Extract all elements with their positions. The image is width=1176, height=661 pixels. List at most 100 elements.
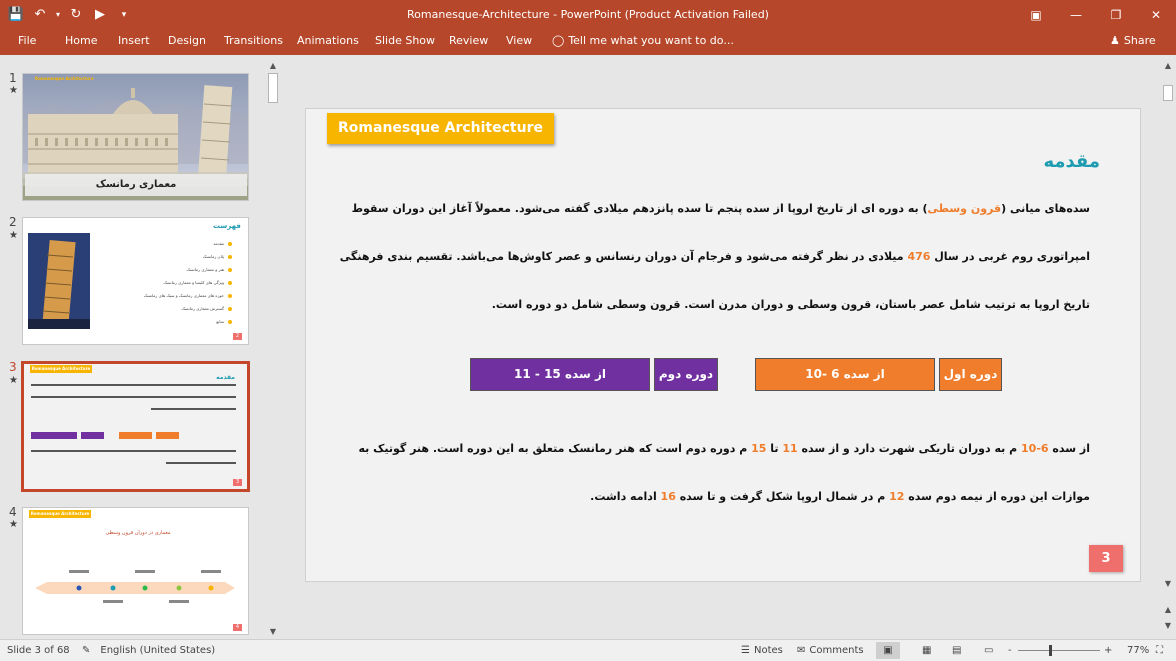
comments-icon: ✉ [797, 645, 806, 656]
slide-thumbnail-3[interactable]: Romanesque Architecture مقدمه 3 [21, 361, 250, 492]
minimize-icon[interactable]: — [1056, 0, 1096, 30]
text-run: م به دوران تاریکی شهرت دارد و از سده [797, 442, 1022, 455]
tab-design[interactable]: Design [168, 34, 206, 47]
thumbnail-item: هنر و معماری رمانسک [186, 267, 225, 272]
highlight-text: 16 [660, 490, 676, 503]
thumbnail-item: گسترش معماری رمانسک [181, 306, 224, 311]
tab-animations[interactable]: Animations [297, 34, 359, 47]
text-run: ادامه داشت. [590, 490, 661, 503]
tab-view[interactable]: View [506, 34, 532, 47]
thumbnail-scrollbar[interactable]: ▲ ▼ [266, 57, 280, 639]
periods-paragraph[interactable]: از سده 6-10 م به دوران تاریکی شهرت دارد … [334, 425, 1090, 521]
highlight-text: 12 [889, 490, 905, 503]
slide-counter[interactable]: Slide 3 of 68 [7, 645, 70, 656]
tab-review[interactable]: Review [449, 34, 488, 47]
thumbnail-badge: Romanesque Architecture [29, 510, 91, 518]
scroll-down-icon[interactable]: ▼ [1161, 577, 1175, 591]
ribbon-display-icon[interactable]: ▣ [1016, 0, 1056, 30]
bullet-dots [228, 242, 232, 324]
scroll-down-icon[interactable]: ▼ [266, 625, 280, 639]
zoom-out-button[interactable]: - [1008, 645, 1012, 656]
scroll-up-icon[interactable]: ▲ [266, 59, 280, 73]
zoom-slider-track[interactable] [1018, 650, 1100, 651]
comments-button[interactable]: ✉ Comments [797, 645, 864, 656]
notes-label: Notes [753, 645, 783, 656]
share-button[interactable]: ♟ Share [1110, 34, 1156, 47]
normal-view-icon[interactable]: ▣ [876, 642, 900, 659]
thumbnail-item: پلان رمانسک [202, 254, 224, 259]
thumbnail-title: معماری در دوران قرون وسطی [105, 530, 171, 536]
share-label: Share [1123, 34, 1156, 47]
slide-thumbnail-4[interactable]: Romanesque Architecture معماری در دوران … [22, 507, 249, 635]
text-run: م در شمال اروپا شکل گرفت و تا سده [675, 490, 890, 503]
fit-slide-icon[interactable]: ⛶ [1156, 645, 1163, 656]
slide-show-icon[interactable]: ▭ [984, 645, 993, 656]
scroll-up-icon[interactable]: ▲ [1161, 59, 1175, 73]
ribbon-tabs: File Home Insert Design Transitions Anim… [0, 30, 1176, 55]
person-icon: ♟ [1110, 34, 1120, 47]
restore-icon[interactable]: ❐ [1096, 0, 1136, 30]
thumbnail-page: 2 [233, 333, 242, 340]
slide-sorter-icon[interactable]: ▦ [922, 645, 931, 656]
animation-star-icon: ★ [9, 375, 18, 386]
tab-file[interactable]: File [18, 34, 36, 47]
thumbnail-page: 3 [233, 479, 242, 486]
thumbnail-item: ویژگی های کلیسا و معماری رمانسک [163, 280, 224, 285]
editor-scrollbar[interactable]: ▲ ▼ ▲ ▼ [1161, 57, 1175, 639]
intro-paragraph[interactable]: سده‌های میانی (قرون وسطی) به دوره ای از … [334, 185, 1090, 329]
window-controls: ▣ — ❐ ✕ [1016, 0, 1176, 30]
thumbnail-heading: مقدمه [216, 374, 235, 381]
period-two-range[interactable]: از سده 15 - 11 [470, 358, 650, 391]
tab-insert[interactable]: Insert [118, 34, 150, 47]
next-slide-icon[interactable]: ▼ [1161, 619, 1175, 633]
previous-slide-icon[interactable]: ▲ [1161, 603, 1175, 617]
thumbnail-number: 1 [9, 71, 17, 85]
slide-canvas[interactable]: Romanesque Architecture مقدمه سده‌های می… [305, 108, 1141, 582]
tab-transitions[interactable]: Transitions [224, 34, 283, 47]
thumbnail-title: فهرست [213, 222, 241, 230]
thumbnail-page: 4 [233, 624, 242, 631]
animation-star-icon: ★ [9, 519, 18, 530]
period-one-range[interactable]: از سده 6 -10 [755, 358, 935, 391]
slide-heading[interactable]: مقدمه [1043, 151, 1100, 172]
tab-home[interactable]: Home [65, 34, 97, 47]
thumbnail-number: 4 [9, 505, 17, 519]
language-label: English (United States) [100, 645, 216, 656]
window-title: Romanesque-Architecture - PowerPoint (Pr… [407, 8, 769, 21]
text-run: از سده [1048, 442, 1090, 455]
zoom-level[interactable]: 77% [1127, 645, 1149, 656]
tower-photo [28, 233, 90, 329]
notes-button[interactable]: ☰ Notes [741, 645, 783, 656]
slide-thumbnail-2[interactable]: فهرست مقدمه پلان رمانسک هنر و معماری رما… [22, 217, 249, 345]
animation-star-icon: ★ [9, 85, 18, 96]
highlight-text: 11 [782, 442, 798, 455]
zoom-slider-handle[interactable] [1049, 645, 1052, 656]
highlight-text: قرون وسطی [927, 202, 1002, 215]
slide-page-number: 3 [1089, 545, 1123, 572]
period-two-label[interactable]: دوره دوم [654, 358, 718, 391]
slide-thumbnail-1[interactable]: Romanesque Architecture معماری رمانسک [22, 73, 249, 201]
tell-me-label: Tell me what you want to do... [568, 34, 734, 47]
close-icon[interactable]: ✕ [1136, 0, 1176, 30]
slide-title-badge[interactable]: Romanesque Architecture [327, 113, 554, 144]
thumbnail-number: 3 [9, 360, 17, 374]
thumbnail-item: حوزه های معماری رمانسک و سبک های رمانسک [143, 293, 224, 298]
proofing-icon: ✎ [82, 645, 91, 656]
period-one-label[interactable]: دوره اول [939, 358, 1002, 391]
text-run: سده‌های میانی ( [1001, 202, 1090, 215]
thumbnail-badge: Romanesque Architecture [30, 365, 92, 373]
scroll-thumb[interactable] [1163, 85, 1173, 101]
slide-thumbnail-pane: 1 ★ Romanesque Architecture معماری رمانس… [0, 57, 266, 639]
thumbnail-text-lines [31, 384, 236, 464]
tab-slide-show[interactable]: Slide Show [375, 34, 435, 47]
thumbnail-number: 2 [9, 215, 17, 229]
tell-me-box[interactable]: ◯ Tell me what you want to do... [552, 34, 734, 47]
language-indicator[interactable]: ✎ English (United States) [82, 645, 215, 656]
timeline-arrow [35, 570, 235, 603]
zoom-in-button[interactable]: + [1104, 645, 1112, 656]
scroll-thumb[interactable] [268, 73, 278, 103]
animation-star-icon: ★ [9, 230, 18, 241]
reading-view-icon[interactable]: ▤ [952, 645, 961, 656]
thumbnail-badge: Romanesque Architecture [35, 76, 94, 81]
highlight-text: 476 [907, 250, 931, 263]
